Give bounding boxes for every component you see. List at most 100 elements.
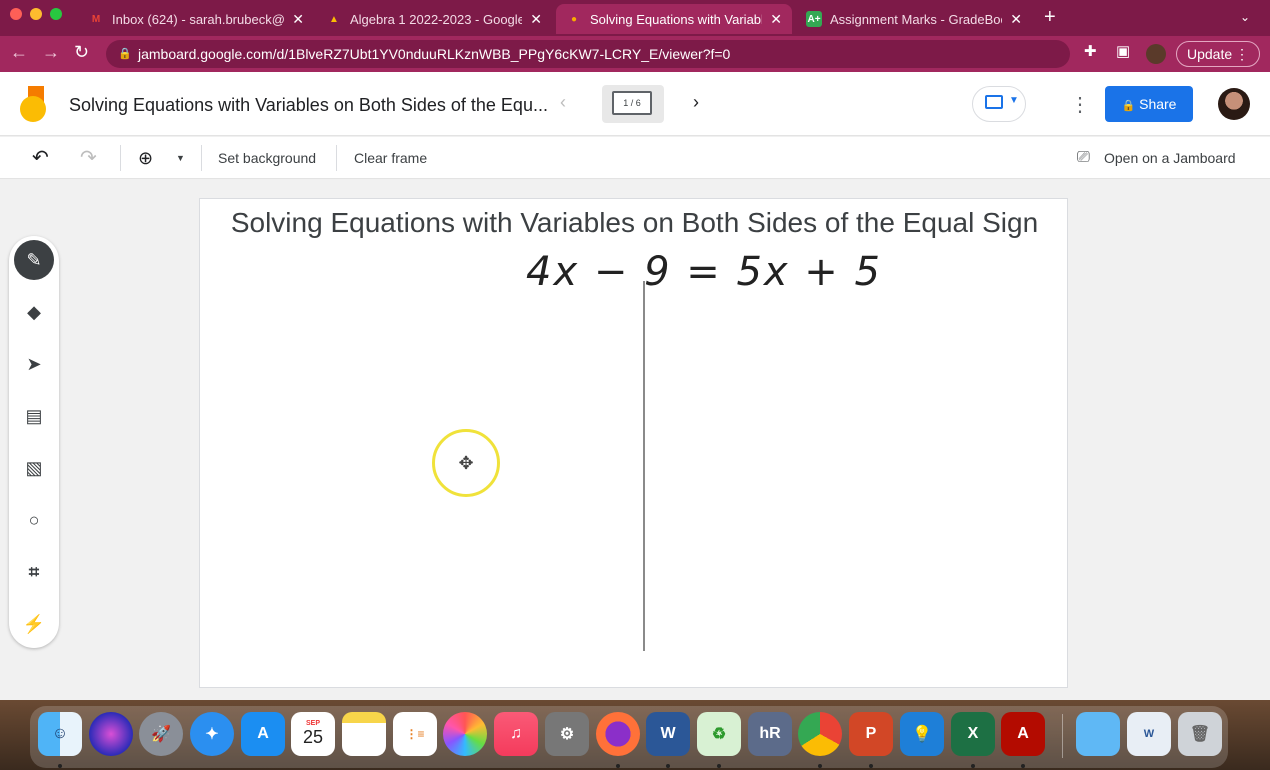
close-tab-icon[interactable]: ✕	[292, 11, 304, 28]
move-cursor-icon: ✥	[432, 429, 500, 497]
running-indicator	[818, 764, 822, 768]
more-options-icon[interactable]: ⋮	[1070, 92, 1090, 117]
acrobat-icon[interactable]: A	[1001, 712, 1045, 756]
back-icon[interactable]: ←	[10, 42, 28, 63]
tips-icon[interactable]: 💡	[900, 712, 944, 756]
hr-app-icon[interactable]: hR	[748, 712, 792, 756]
close-tab-icon[interactable]: ✕	[1010, 11, 1022, 28]
running-indicator	[869, 764, 873, 768]
firefox-icon[interactable]	[596, 712, 640, 756]
page-title[interactable]: Solving Equations with Variables on Both…	[69, 95, 548, 116]
open-on-jamboard-button[interactable]: Open on a Jamboard	[1104, 137, 1236, 179]
music-icon[interactable]: ♫	[494, 712, 538, 756]
pen-icon[interactable]: ✎	[14, 240, 54, 280]
open-on-jamboard-icon[interactable]: ⎚	[1077, 137, 1090, 179]
share-button[interactable]: 🔒 Share	[1105, 86, 1193, 122]
reload-icon[interactable]: ↻	[74, 42, 89, 63]
sticky-note-icon[interactable]: ▤	[14, 396, 54, 436]
browser-tab-gradebook[interactable]: A+ Assignment Marks - GradeBoo ✕	[796, 4, 1032, 34]
frame-title: Solving Equations with Variables on Both…	[230, 207, 1039, 238]
running-indicator	[666, 764, 670, 768]
frame-indicator-button[interactable]: 1 / 6	[602, 85, 664, 123]
recycle-app-icon[interactable]: ♻	[697, 712, 741, 756]
excel-icon[interactable]: X	[951, 712, 995, 756]
side-panel-icon[interactable]: ▣	[1116, 42, 1130, 60]
tool-rail: ✎ ◆ ➤ ▤ ▧ ○ ⌗ ⚡	[9, 236, 59, 648]
extensions-icon[interactable]: ✚	[1084, 42, 1097, 60]
vertical-divider-line	[643, 281, 645, 651]
safari-icon[interactable]: ✦	[190, 712, 234, 756]
running-indicator	[616, 764, 620, 768]
next-frame-icon[interactable]: ›	[693, 92, 699, 113]
browser-tab-gmail[interactable]: M Inbox (624) - sarah.brubeck@g ✕	[78, 4, 314, 34]
toolbar-divider	[120, 145, 121, 171]
calendar-icon[interactable]: SEP 25	[291, 712, 335, 756]
new-tab-icon[interactable]: +	[1044, 6, 1056, 29]
set-background-button[interactable]: Set background	[218, 137, 316, 179]
lock-icon: 🔒	[118, 48, 132, 60]
running-indicator	[717, 764, 721, 768]
present-icon	[985, 95, 1003, 109]
zoom-icon[interactable]: ⊕	[138, 137, 153, 179]
app-header: Solving Equations with Variables on Both…	[0, 72, 1270, 136]
undo-icon[interactable]: ↶	[32, 137, 49, 179]
system-preferences-icon[interactable]: ⚙	[545, 712, 589, 756]
present-button[interactable]: ▼	[972, 86, 1026, 122]
text-box-icon[interactable]: ⌗	[14, 552, 54, 592]
browser-tab-jamboard[interactable]: ● Solving Equations with Variabl ✕	[556, 4, 792, 34]
jam-frame-canvas[interactable]: Solving Equations with Variables on Both…	[199, 198, 1068, 688]
close-tab-icon[interactable]: ✕	[530, 11, 542, 28]
chevron-down-icon[interactable]: ⌄	[1240, 10, 1250, 24]
powerpoint-icon[interactable]: P	[849, 712, 893, 756]
running-indicator	[58, 764, 62, 768]
shape-icon[interactable]: ○	[14, 500, 54, 540]
running-indicator	[1021, 764, 1025, 768]
close-tab-icon[interactable]: ✕	[770, 11, 782, 28]
update-button[interactable]: Update ⋮	[1176, 41, 1260, 67]
zoom-dropdown-icon[interactable]: ▼	[176, 137, 185, 179]
document-stack-icon[interactable]: W	[1127, 712, 1171, 756]
toolbar-divider	[201, 145, 202, 171]
frame-counter: 1 / 6	[612, 91, 652, 115]
trash-icon[interactable]: 🗑	[1178, 712, 1222, 756]
profile-avatar-icon[interactable]	[1146, 44, 1166, 64]
app-store-icon[interactable]: A	[241, 712, 285, 756]
select-icon[interactable]: ➤	[14, 344, 54, 384]
eraser-icon[interactable]: ◆	[14, 292, 54, 332]
toolbar-divider	[336, 145, 337, 171]
more-vert-icon: ⋮	[1235, 46, 1249, 62]
word-icon[interactable]: W	[646, 712, 690, 756]
google-drive-icon: ▲	[329, 13, 339, 25]
reminders-icon[interactable]: ⋮≡	[393, 712, 437, 756]
laser-icon[interactable]: ⚡	[14, 604, 54, 644]
photos-icon[interactable]	[443, 712, 487, 756]
folder-icon[interactable]	[1076, 712, 1120, 756]
url-text: jamboard.google.com/d/1BlveRZ7Ubt1YV0ndu…	[138, 46, 731, 62]
image-icon[interactable]: ▧	[14, 448, 54, 488]
running-indicator	[971, 764, 975, 768]
launchpad-icon[interactable]: 🚀	[139, 712, 183, 756]
gmail-icon: M	[91, 13, 101, 25]
browser-tab-strip: M Inbox (624) - sarah.brubeck@g ✕ ▲ Alge…	[0, 0, 1270, 36]
notes-icon[interactable]	[342, 712, 386, 756]
clear-frame-button[interactable]: Clear frame	[354, 137, 427, 179]
lock-icon: 🔒	[1121, 100, 1136, 112]
account-avatar[interactable]	[1218, 88, 1250, 120]
handwritten-equation: 4x − 9 = 5x + 5	[526, 249, 882, 295]
minimize-window-button[interactable]	[30, 8, 42, 20]
jamboard-logo	[20, 86, 46, 122]
address-bar[interactable]: 🔒 jamboard.google.com/d/1BlveRZ7Ubt1YV0n…	[106, 40, 1070, 68]
gradebook-icon: A+	[806, 11, 822, 27]
maximize-window-button[interactable]	[50, 8, 62, 20]
redo-icon[interactable]: ↷	[80, 137, 97, 179]
forward-icon[interactable]: →	[42, 42, 60, 63]
previous-frame-icon[interactable]: ‹	[560, 92, 566, 113]
close-window-button[interactable]	[10, 8, 22, 20]
jamboard-icon: ●	[570, 13, 578, 25]
editor-toolbar: ↶ ↷ ⊕ ▼ Set background Clear frame ⎚ Ope…	[0, 137, 1270, 179]
siri-icon[interactable]	[89, 712, 133, 756]
finder-icon[interactable]: ☺	[38, 712, 82, 756]
dock-divider	[1062, 714, 1063, 758]
browser-tab-drive[interactable]: ▲ Algebra 1 2022-2023 - Google ✕	[316, 4, 552, 34]
chrome-icon[interactable]	[798, 712, 842, 756]
